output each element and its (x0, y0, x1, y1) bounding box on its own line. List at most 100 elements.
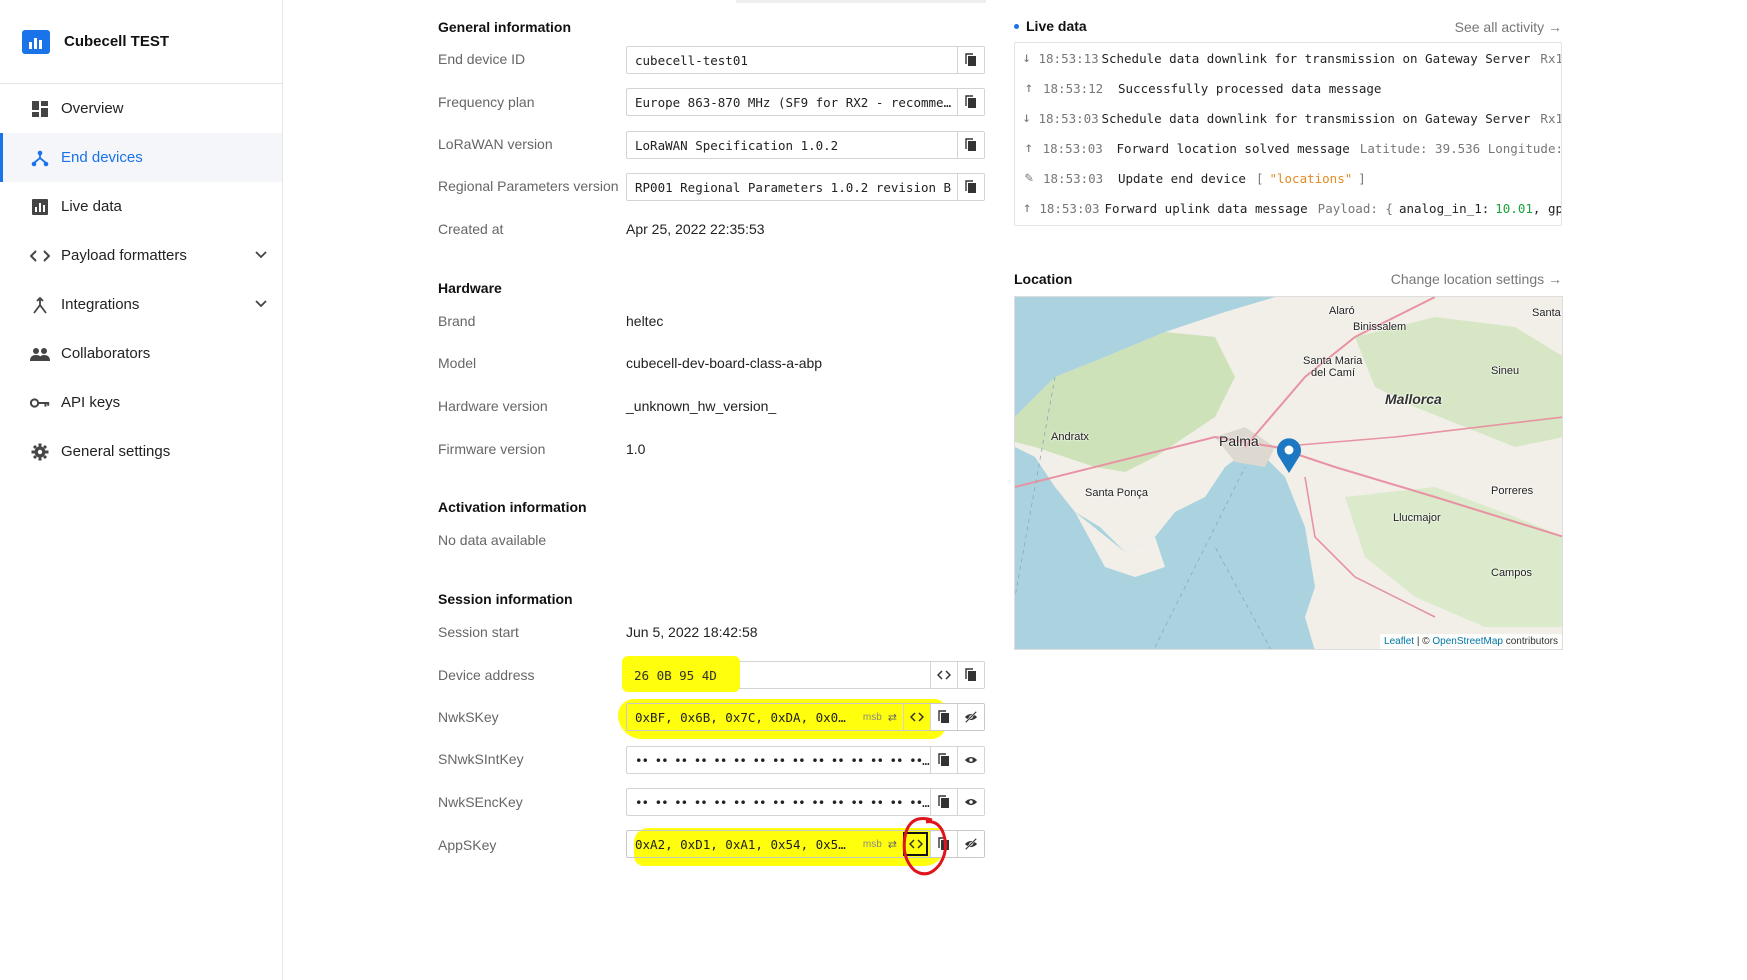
sidebar-item-general-settings[interactable]: General settings (0, 427, 282, 476)
event-details: Rx1 (1540, 50, 1562, 66)
event-message: Forward location solved message (1116, 140, 1350, 156)
event-details: Latitude: 39.536 Longitude: (1359, 140, 1562, 156)
copy-button[interactable] (957, 662, 984, 688)
collaborators-icon (30, 344, 50, 364)
hardware-version-label: Hardware version (438, 398, 548, 414)
snwksintkey-field: •• •• •• •• •• •• •• •• •• •• •• •• •• •… (626, 746, 985, 774)
event-time: 18:53:03 (1039, 200, 1100, 216)
payload-key: analog_in_1: (1398, 200, 1490, 216)
swap-byte-order-icon[interactable]: ⇄ (888, 711, 897, 724)
list-item[interactable]: ↑ 18:53:03 Forward location solved messa… (1015, 133, 1562, 163)
copy-button[interactable] (957, 47, 984, 73)
leaflet-link[interactable]: Leaflet (1384, 636, 1414, 647)
lorawan-version-value: LoRaWAN Specification 1.0.2 (635, 137, 839, 153)
event-message: Schedule data downlink for transmission … (1101, 110, 1531, 126)
toggle-format-button[interactable] (903, 704, 930, 730)
sidebar-item-end-devices[interactable]: End devices (0, 133, 282, 182)
location-map[interactable]: Alaró Binissalem Santa Santa Maria del C… (1014, 296, 1563, 650)
list-item[interactable]: ✎ 18:53:03 Update end device [ "location… (1015, 163, 1561, 193)
frequency-plan-label: Frequency plan (438, 94, 535, 110)
sidebar-item-label: General settings (61, 443, 171, 460)
copy-button[interactable] (930, 747, 957, 773)
see-all-activity-link[interactable]: See all activity → (1455, 19, 1562, 35)
firmware-version-label: Firmware version (438, 441, 546, 457)
snwksintkey-value[interactable]: •• •• •• •• •• •• •• •• •• •• •• •• •• •… (627, 753, 930, 768)
event-details: [ (1255, 170, 1264, 186)
sidebar-item-overview[interactable]: Overview (0, 84, 282, 133)
live-data-panel: Live data See all activity → ↓ 18:53:13 … (1014, 18, 1562, 226)
map-label-del-cami: del Camí (1311, 367, 1356, 379)
activation-empty-text: No data available (438, 532, 547, 548)
nwksenckey-value[interactable]: •• •• •• •• •• •• •• •• •• •• •• •• •• •… (627, 795, 930, 810)
sidebar-item-label: Live data (61, 198, 122, 215)
hide-value-button[interactable] (957, 704, 984, 730)
payload-tail: , gp (1532, 200, 1562, 216)
arrow-up-icon: ↑ (1024, 80, 1034, 96)
frequency-plan-field: Europe 863-870 MHz (SF9 for RX2 - recomm… (626, 88, 985, 116)
brand-value: heltec (626, 313, 664, 329)
sidebar-item-collaborators[interactable]: Collaborators (0, 329, 282, 378)
map-label-sineu: Sineu (1491, 365, 1520, 377)
appskey-value[interactable]: 0xA2, 0xD1, 0xA1, 0x54, 0x5… (627, 837, 863, 852)
regional-parameters-field: RP001 Regional Parameters 1.0.2 revision… (626, 173, 985, 201)
end-device-id-value: cubecell-test01 (635, 52, 748, 68)
openstreetmap-link[interactable]: OpenStreetMap (1432, 636, 1503, 647)
sidebar-item-payload-formatters[interactable]: Payload formatters (0, 231, 282, 280)
arrow-down-icon: ↓ (1022, 110, 1031, 126)
map-label-andratx: Andratx (1051, 431, 1089, 443)
snwksintkey-label: SNwkSIntKey (438, 751, 524, 767)
show-value-button[interactable] (957, 789, 984, 815)
integrations-icon (30, 295, 50, 315)
event-time: 18:53:03 (1043, 170, 1104, 186)
event-message: Successfully processed data message (1118, 80, 1382, 96)
sidebar-item-label: Payload formatters (61, 247, 187, 264)
sidebar-item-live-data[interactable]: Live data (0, 182, 282, 231)
map-marker-icon[interactable] (1276, 438, 1302, 474)
sidebar-item-label: Overview (61, 100, 124, 117)
toggle-format-button[interactable] (930, 662, 957, 688)
event-time: 18:53:03 (1038, 110, 1099, 126)
end-device-id-field: cubecell-test01 (626, 46, 985, 74)
map-label-alaro: Alaró (1329, 305, 1355, 317)
brand-label: Brand (438, 313, 476, 329)
chevron-down-icon[interactable] (254, 296, 268, 310)
event-time: 18:53:12 (1043, 80, 1104, 96)
event-time: 18:53:13 (1038, 50, 1099, 66)
session-start-value: Jun 5, 2022 18:42:58 (626, 624, 758, 640)
session-information-title: Session information (438, 591, 573, 607)
attribution-separator: | © (1414, 636, 1433, 647)
sidebar-item-api-keys[interactable]: API keys (0, 378, 282, 427)
red-circle-annotation (902, 817, 947, 876)
copy-button[interactable] (957, 132, 984, 158)
nwkskey-value[interactable]: 0xBF, 0x6B, 0x7C, 0xDA, 0x0… (627, 710, 863, 725)
copy-button[interactable] (957, 174, 984, 200)
sidebar-item-label: End devices (61, 149, 143, 166)
regional-parameters-label: Regional Parameters version (438, 178, 619, 194)
regional-parameters-value: RP001 Regional Parameters 1.0.2 revision… (635, 179, 952, 195)
list-item[interactable]: ↑ 18:53:12 Successfully processed data m… (1015, 73, 1561, 103)
copy-button[interactable] (930, 704, 957, 730)
list-item[interactable]: ↓ 18:53:13 Schedule data downlink for tr… (1015, 43, 1562, 73)
list-item[interactable]: ↑ 18:53:03 Forward uplink data message P… (1015, 193, 1562, 223)
live-data-icon (30, 197, 50, 217)
change-location-settings-link[interactable]: Change location settings → (1391, 271, 1562, 287)
general-information-title: General information (438, 19, 572, 35)
sidebar-item-label: Collaborators (61, 345, 151, 362)
map-label-llucmajor: Llucmajor (1393, 512, 1441, 524)
device-address-highlighted-text: 26 0B 95 4D (634, 668, 717, 683)
live-data-event-list: ↓ 18:53:13 Schedule data downlink for tr… (1014, 42, 1562, 226)
sidebar-item-label: API keys (61, 394, 121, 411)
list-item[interactable]: ↓ 18:53:03 Schedule data downlink for tr… (1015, 103, 1561, 133)
code-icon (30, 246, 50, 266)
event-time: 18:53:03 (1042, 140, 1103, 156)
chevron-down-icon[interactable] (254, 247, 268, 261)
firmware-version-value: 1.0 (626, 441, 646, 457)
overview-icon (30, 99, 50, 119)
copy-button[interactable] (957, 89, 984, 115)
show-value-button[interactable] (957, 747, 984, 773)
hide-value-button[interactable] (957, 831, 984, 857)
end-device-id-label: End device ID (438, 51, 526, 67)
appskey-label: AppSKey (438, 837, 497, 853)
sidebar-item-integrations[interactable]: Integrations (0, 280, 282, 329)
session-start-label: Session start (438, 624, 519, 640)
